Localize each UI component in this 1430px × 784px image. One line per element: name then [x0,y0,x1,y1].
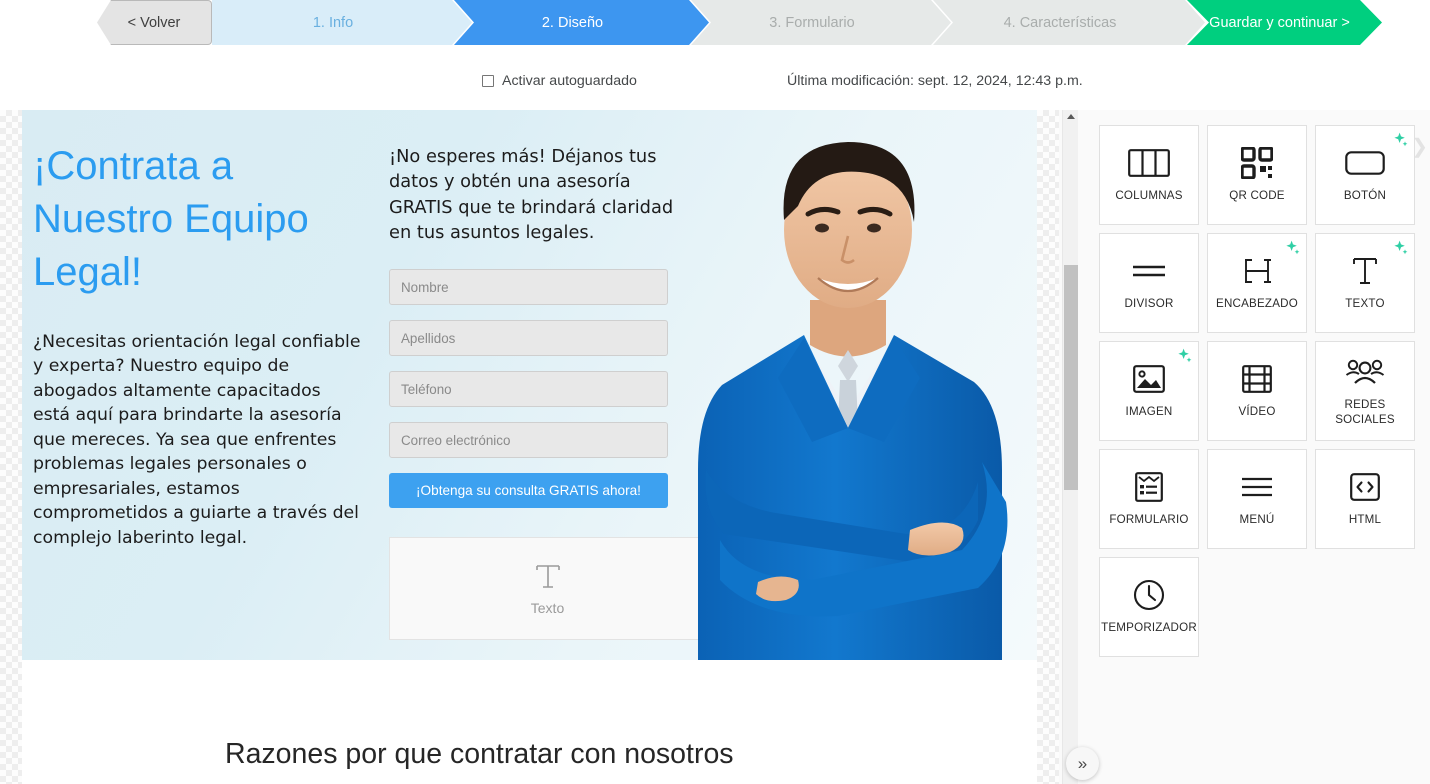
video-film-icon [1242,362,1272,396]
meta-row: Activar autoguardado Última modificación… [0,73,1430,99]
widget-encabezado-label: ENCABEZADO [1216,297,1298,311]
scrollbar-thumb[interactable] [1064,265,1078,490]
code-brackets-icon [1350,470,1380,504]
widget-menu-label: MENÚ [1239,513,1275,527]
autosave-checkbox[interactable] [482,75,494,87]
step-formulario[interactable]: 3. Formulario [691,0,951,45]
widget-encabezado[interactable]: ENCABEZADO [1207,233,1307,333]
widget-columnas[interactable]: COLUMNAS [1099,125,1199,225]
widget-texto[interactable]: TEXTO [1315,233,1415,333]
text-t-icon [1351,254,1379,288]
menu-hamburger-icon [1241,470,1273,504]
caret-up-icon[interactable] [1066,114,1075,119]
hero-businessman-photo[interactable] [662,110,1037,660]
step-info[interactable]: 1. Info [212,0,472,45]
back-button-label: < Volver [127,14,181,31]
panel-expand-button[interactable]: » [1066,747,1099,780]
widget-columnas-label: COLUMNAS [1115,189,1183,203]
widget-redes-sociales-label: REDES SOCIALES [1335,398,1395,426]
save-and-continue-button[interactable]: Guardar y continuar > [1187,0,1382,45]
widget-imagen-label: IMAGEN [1125,405,1173,419]
step-diseno[interactable]: 2. Diseño [454,0,709,45]
cta-button[interactable]: ¡Obtenga su consulta GRATIS ahora! [389,473,668,509]
step-info-label: 1. Info [312,14,354,31]
page-canvas[interactable]: ¡Contrata a Nuestro Equipo Legal! ¿Neces… [22,110,1037,784]
canvas-left-transparency-strip [0,110,22,784]
form-icon [1135,470,1163,504]
step-caracteristicas-label: 4. Características [1003,14,1117,31]
ai-sparkle-icon [1283,239,1300,260]
hero-form-column: ¡No esperes más! Déjanos tus datos y obt… [389,144,706,641]
widget-formulario-label: FORMULARIO [1109,513,1189,527]
cta-button-label: ¡Obtenga su consulta GRATIS ahora! [416,483,641,499]
widget-video[interactable]: VÍDEO [1207,341,1307,441]
widget-html-label: HTML [1348,513,1382,527]
widget-texto-label: TEXTO [1345,297,1385,311]
ai-sparkle-icon [1391,131,1408,152]
field-nombre[interactable]: Nombre [389,269,668,306]
widget-html[interactable]: HTML [1315,449,1415,549]
columns-icon [1128,146,1170,180]
widget-boton[interactable]: BOTÓN [1315,125,1415,225]
widget-qr-code-label: QR CODE [1229,189,1285,203]
save-and-continue-label: Guardar y continuar > [1209,14,1350,31]
hero-heading[interactable]: ¡Contrata a Nuestro Equipo Legal! [33,140,363,300]
hero-section[interactable]: ¡Contrata a Nuestro Equipo Legal! ¿Neces… [22,110,1037,660]
widget-imagen[interactable]: IMAGEN [1099,341,1199,441]
field-telefono[interactable]: Teléfono [389,371,668,408]
autosave-toggle[interactable]: Activar autoguardado [482,73,637,89]
double-chevron-right-icon: » [1077,753,1088,773]
step-caracteristicas[interactable]: 4. Características [933,0,1205,45]
lead-form: Nombre Apellidos Teléfono Correo electró… [389,269,689,509]
form-lead-text[interactable]: ¡No esperes más! Déjanos tus datos y obt… [389,144,689,245]
field-apellidos[interactable]: Apellidos [389,320,668,357]
widget-video-label: VÍDEO [1238,405,1276,419]
step-diseno-label: 2. Diseño [541,14,604,31]
editor-main: ¡Contrata a Nuestro Equipo Legal! ¿Neces… [0,110,1430,784]
step-formulario-label: 3. Formulario [769,14,855,31]
widget-boton-label: BOTÓN [1343,189,1387,203]
widget-tiles: COLUMNAS QR CODE BOTÓN DIVISOR ENCABEZAD… [1099,125,1429,657]
widget-temporizador[interactable]: TEMPORIZADOR [1099,557,1199,657]
heading-h-icon [1242,254,1272,288]
widget-redes-sociales[interactable]: REDES SOCIALES [1315,341,1415,441]
social-people-icon [1345,355,1385,389]
widget-panel: ❯ COLUMNAS QR CODE BOTÓN DIVISOR ENCABEZ… [1079,110,1430,784]
text-t-icon [535,562,561,595]
text-widget-placeholder[interactable]: Texto [389,537,706,641]
image-icon [1133,362,1165,396]
widget-temporizador-label: TEMPORIZADOR [1101,621,1197,635]
widget-divisor[interactable]: DIVISOR [1099,233,1199,333]
field-correo-electronico[interactable]: Correo electrónico [389,422,668,459]
widget-formulario[interactable]: FORMULARIO [1099,449,1199,549]
ai-sparkle-icon [1391,239,1408,260]
back-button[interactable]: < Volver [97,0,212,45]
autosave-label: Activar autoguardado [502,73,637,89]
wizard-stepper: 1. Info 2. Diseño 3. Formulario 4. Carac… [212,0,1430,45]
qr-code-icon [1241,146,1273,180]
clock-icon [1133,578,1165,612]
top-wizard-bar: < Volver 1. Info 2. Diseño 3. Formulario… [0,0,1430,110]
text-widget-placeholder-label: Texto [530,599,565,616]
hero-paragraph[interactable]: ¿Necesitas orientación legal confiable y… [33,330,363,551]
reasons-section[interactable]: Razones por que contratar con nosotros [22,660,1037,784]
reasons-section-title: Razones por que contratar con nosotros [225,738,734,770]
canvas-right-transparency-strip [1037,110,1059,784]
widget-qr-code[interactable]: QR CODE [1207,125,1307,225]
button-icon [1345,146,1385,180]
divider-icon [1132,254,1166,288]
widget-divisor-label: DIVISOR [1124,297,1174,311]
last-modified-text: Última modificación: sept. 12, 2024, 12:… [787,73,1083,89]
canvas-vertical-scrollbar[interactable] [1062,110,1078,784]
hero-left-column: ¡Contrata a Nuestro Equipo Legal! ¿Neces… [33,140,363,550]
widget-menu[interactable]: MENÚ [1207,449,1307,549]
ai-sparkle-icon [1175,347,1192,368]
